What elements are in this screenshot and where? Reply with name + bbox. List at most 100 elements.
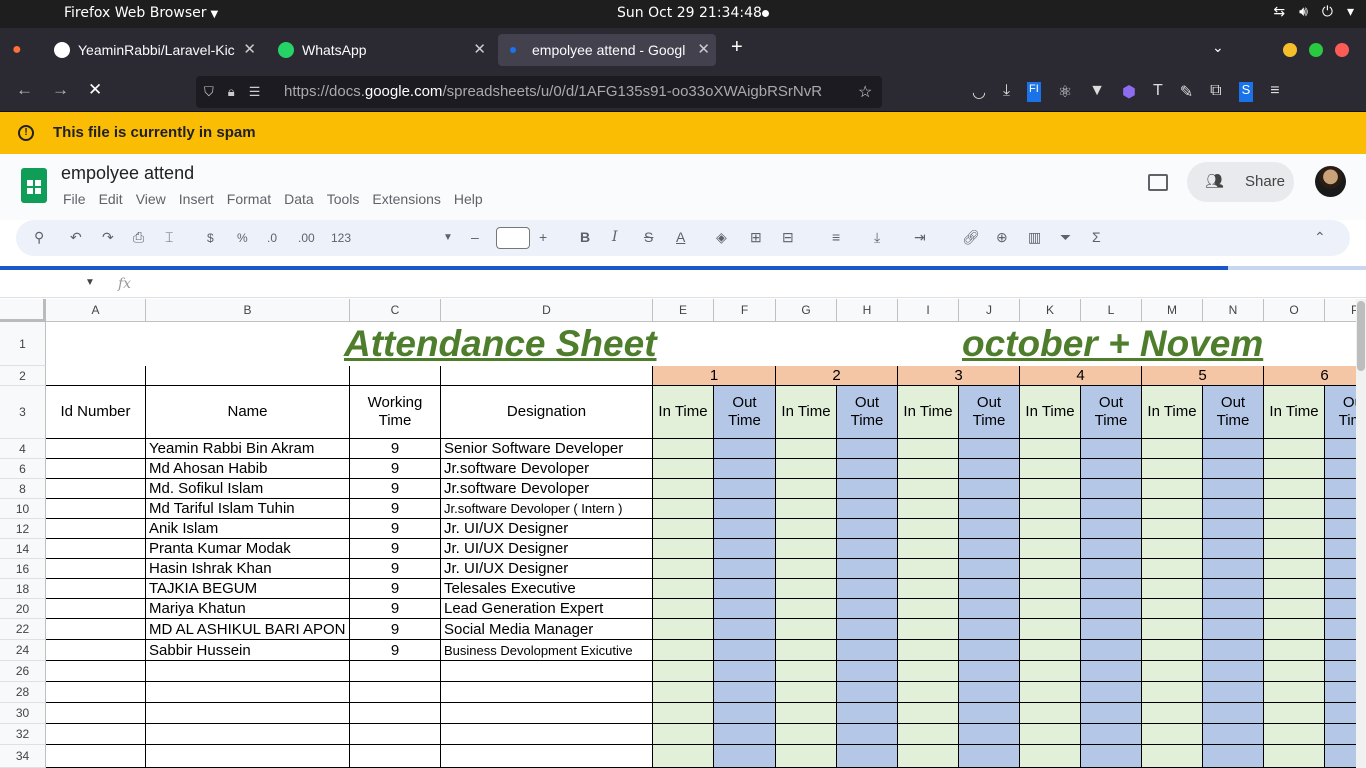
table-cell[interactable] xyxy=(1142,479,1203,499)
scrollbar-thumb[interactable] xyxy=(1357,301,1365,371)
day-number-6[interactable]: 6 xyxy=(1264,366,1366,386)
day-number-5[interactable]: 5 xyxy=(1142,366,1264,386)
row-header-10[interactable]: 10 xyxy=(0,499,46,519)
column-header-k[interactable]: K xyxy=(1020,299,1081,322)
table-cell[interactable] xyxy=(1142,439,1203,459)
designation[interactable]: Lead Generation Expert xyxy=(441,599,653,619)
table-cell[interactable] xyxy=(1081,703,1142,724)
table-cell[interactable] xyxy=(714,745,776,768)
back-button[interactable]: ← xyxy=(16,80,33,100)
decrease-decimal-button[interactable]: .0 xyxy=(267,231,277,245)
table-cell[interactable] xyxy=(653,640,714,661)
table-cell[interactable] xyxy=(837,661,898,682)
designation[interactable]: Jr.software Devoloper ( Intern ) xyxy=(441,499,653,519)
table-cell[interactable] xyxy=(46,439,146,459)
table-cell[interactable] xyxy=(1142,640,1203,661)
chevron-down-icon[interactable]: ▾ xyxy=(1347,4,1354,20)
table-cell[interactable] xyxy=(1264,479,1325,499)
table-cell[interactable] xyxy=(837,519,898,539)
menu-file[interactable]: File xyxy=(63,191,86,207)
table-cell[interactable] xyxy=(776,559,837,579)
column-header-f[interactable]: F xyxy=(714,299,776,322)
filter-icon[interactable]: ⏷ xyxy=(1060,229,1071,246)
table-cell[interactable] xyxy=(1020,579,1081,599)
working-time[interactable]: 9 xyxy=(350,640,441,661)
table-cell[interactable] xyxy=(776,519,837,539)
table-cell[interactable] xyxy=(714,499,776,519)
table-cell[interactable] xyxy=(1264,439,1325,459)
table-cell[interactable] xyxy=(1081,559,1142,579)
table-cell[interactable] xyxy=(714,539,776,559)
table-cell[interactable] xyxy=(46,579,146,599)
employee-name[interactable]: MD AL ASHIKUL BARI APON xyxy=(146,619,350,640)
tab-sheet[interactable]: empolyee attend - Googl ✕ xyxy=(498,34,716,66)
tab-github[interactable]: YeaminRabbi/Laravel-Kic ✕ xyxy=(46,34,262,66)
extension-badge-icon[interactable]: ⬢ xyxy=(1122,82,1136,102)
table-cell[interactable] xyxy=(46,619,146,640)
download-icon[interactable]: ⤓ xyxy=(1003,82,1010,102)
new-tab-button[interactable]: + xyxy=(731,36,743,59)
merge-cells-icon[interactable]: ⊟ xyxy=(782,229,794,246)
maximize-button[interactable] xyxy=(1309,43,1323,57)
row-header-16[interactable]: 16 xyxy=(0,559,46,579)
table-cell[interactable] xyxy=(653,599,714,619)
table-cell[interactable] xyxy=(1142,559,1203,579)
column-header-m[interactable]: M xyxy=(1142,299,1203,322)
table-cell[interactable] xyxy=(1020,745,1081,768)
table-cell[interactable] xyxy=(837,703,898,724)
column-header-e[interactable]: E xyxy=(653,299,714,322)
select-all-corner[interactable] xyxy=(0,299,46,322)
decrease-font-size-button[interactable]: – xyxy=(471,229,479,245)
print-icon[interactable]: ⎙ xyxy=(133,229,144,246)
redo-icon[interactable]: ↷ xyxy=(102,229,114,246)
table-cell[interactable] xyxy=(146,661,350,682)
table-cell[interactable] xyxy=(1020,459,1081,479)
table-cell[interactable] xyxy=(1203,499,1264,519)
column-header-l[interactable]: L xyxy=(1081,299,1142,322)
paint-format-icon[interactable]: ⌶ xyxy=(165,229,173,246)
table-cell[interactable] xyxy=(1142,661,1203,682)
table-cell[interactable] xyxy=(46,479,146,499)
borders-icon[interactable]: ⊞ xyxy=(750,229,762,246)
table-cell[interactable] xyxy=(1203,661,1264,682)
table-cell[interactable] xyxy=(653,661,714,682)
table-cell[interactable] xyxy=(1081,539,1142,559)
table-cell[interactable] xyxy=(1203,682,1264,703)
table-cell[interactable] xyxy=(837,724,898,745)
table-cell[interactable] xyxy=(837,579,898,599)
header-name[interactable]: Name xyxy=(146,386,350,439)
table-cell[interactable] xyxy=(1081,439,1142,459)
header-in-time[interactable]: In Time xyxy=(776,386,837,439)
table-cell[interactable] xyxy=(46,661,146,682)
working-time[interactable]: 9 xyxy=(350,519,441,539)
color-picker-icon[interactable]: ✎ xyxy=(1180,82,1193,102)
table-cell[interactable] xyxy=(441,724,653,745)
table-cell[interactable] xyxy=(1081,499,1142,519)
table-cell[interactable] xyxy=(1081,745,1142,768)
table-cell[interactable] xyxy=(653,682,714,703)
functions-icon[interactable]: Σ xyxy=(1092,229,1101,245)
table-cell[interactable] xyxy=(653,745,714,768)
table-cell[interactable] xyxy=(898,745,959,768)
table-cell[interactable] xyxy=(959,724,1020,745)
row-header-2[interactable]: 2 xyxy=(0,366,46,386)
row-header-20[interactable]: 20 xyxy=(0,599,46,619)
table-cell[interactable] xyxy=(776,661,837,682)
table-cell[interactable] xyxy=(1020,439,1081,459)
table-cell[interactable] xyxy=(898,459,959,479)
table-cell[interactable] xyxy=(350,745,441,768)
table-cell[interactable] xyxy=(776,703,837,724)
table-cell[interactable] xyxy=(1081,599,1142,619)
designation[interactable]: Jr.software Devoloper xyxy=(441,479,653,499)
table-cell[interactable] xyxy=(898,439,959,459)
table-cell[interactable] xyxy=(898,479,959,499)
text-color-button[interactable]: A xyxy=(676,229,685,245)
table-cell[interactable] xyxy=(959,519,1020,539)
table-cell[interactable] xyxy=(1142,519,1203,539)
table-cell[interactable] xyxy=(1020,479,1081,499)
table-cell[interactable] xyxy=(1020,599,1081,619)
table-cell[interactable] xyxy=(1264,499,1325,519)
table-cell[interactable] xyxy=(1081,661,1142,682)
close-icon[interactable]: ✕ xyxy=(697,40,710,58)
table-cell[interactable] xyxy=(1264,519,1325,539)
